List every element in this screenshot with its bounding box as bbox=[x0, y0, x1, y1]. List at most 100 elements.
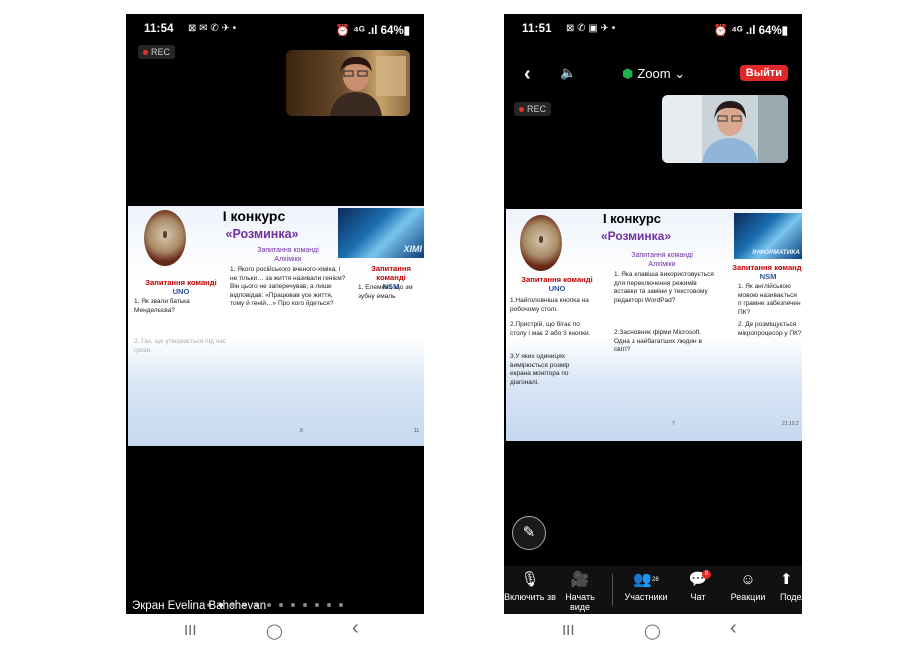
mid-question-1: 1. Якого російського вченого-хіміка, і н… bbox=[230, 266, 346, 308]
left-question-2: 2.Пристрій, що бігає по столу і має 2 аб… bbox=[510, 321, 591, 337]
slide-date: 21.10.2 bbox=[782, 421, 799, 427]
video-button[interactable]: 🎥 Начать виде bbox=[554, 570, 606, 612]
right-question-1: 1. Елемент, що зм зубну емаль bbox=[358, 284, 413, 300]
informatics-picture: ІНФОРМАТИКА bbox=[734, 213, 802, 259]
mid-head-text: Запитання команді bbox=[631, 252, 693, 259]
android-nav-bar-left: III ◯ ‹ bbox=[126, 617, 424, 644]
participant-video-thumbnail[interactable] bbox=[286, 50, 410, 116]
recent-apps-button[interactable]: III bbox=[562, 622, 575, 639]
chat-icon: 💬 bbox=[688, 571, 708, 588]
reactions-label: Реакции bbox=[730, 592, 766, 602]
chat-label: Чат bbox=[690, 592, 706, 602]
mid-heading: Запитання команді Алхіміки bbox=[612, 251, 712, 269]
right-team: NSM bbox=[759, 272, 777, 281]
shared-slide: ІНФОРМАТИКА I конкурс «Розминка» Запитан… bbox=[506, 209, 802, 441]
right-head-text: Запитання команді bbox=[732, 263, 802, 272]
video-label: Начать виде bbox=[565, 592, 595, 612]
participant-video-thumbnail[interactable] bbox=[662, 95, 788, 163]
back-button[interactable]: ‹ bbox=[352, 617, 359, 640]
status-time: 11:54 bbox=[144, 23, 174, 35]
chat-badge: 8 bbox=[702, 570, 711, 579]
participants-button[interactable]: 👥28 Участники bbox=[620, 570, 672, 602]
picture-caption: ІНФОРМАТИКА bbox=[752, 249, 800, 256]
rec-label: REC bbox=[151, 47, 171, 57]
mid-team: Алхіміки bbox=[274, 256, 302, 263]
page-dot[interactable] bbox=[327, 603, 331, 607]
left-question-1: 1. Як звали батька Менделєєва? bbox=[134, 298, 190, 314]
notification-icons: ⊠ ✉ ✆ ✈ • bbox=[188, 23, 237, 34]
rec-indicator: REC bbox=[514, 102, 552, 116]
status-bar: 11:51 ⊠ ✆ ▣ ✈ • ⏰ ⁴ᴳ .ıl 64%▮ bbox=[504, 14, 802, 44]
leave-button[interactable]: Выйти bbox=[739, 65, 788, 81]
rec-dot-icon bbox=[143, 50, 148, 56]
rec-indicator: REC bbox=[138, 45, 176, 59]
left-question-1: 1.Найголовніша кнопка на робочому столі. bbox=[510, 297, 589, 313]
left-question-3: 3.У яких одиницях вимірюється розмір екр… bbox=[510, 353, 570, 386]
status-bar: 11:54 ⊠ ✉ ✆ ✈ • ⏰ ⁴ᴳ .ıl 64%▮ bbox=[126, 14, 424, 44]
mic-button[interactable]: 🎙 Включить зв bbox=[504, 570, 556, 602]
right-phone-screen: 11:51 ⊠ ✆ ▣ ✈ • ⏰ ⁴ᴳ .ıl 64%▮ ‹ 🔈 ⬢ Zoom … bbox=[504, 14, 802, 614]
share-label: Подел bbox=[780, 592, 802, 602]
left-question-2: 2. Газ, що утворюється під час грози. bbox=[134, 338, 226, 354]
page-dot[interactable] bbox=[279, 603, 283, 607]
left-team: UNO bbox=[548, 284, 566, 293]
home-button[interactable]: ◯ bbox=[644, 622, 661, 640]
participants-count: 28 bbox=[652, 577, 659, 583]
mid-head-text: Запитання команді bbox=[257, 247, 319, 254]
slide-page-number: 7 bbox=[672, 421, 675, 427]
video-off-icon: 🎥 bbox=[570, 571, 590, 588]
status-right-icons: ⏰ ⁴ᴳ .ıl 64%▮ bbox=[335, 25, 410, 37]
status-time: 11:51 bbox=[522, 23, 552, 35]
page-dot[interactable] bbox=[303, 603, 307, 607]
slide-page-number: 8 bbox=[300, 428, 303, 434]
back-arrow-icon[interactable]: ‹ bbox=[524, 63, 531, 86]
right-question-1: 1. Як англійською мовою називається п гр… bbox=[738, 283, 801, 316]
participants-icon: 👥28 bbox=[633, 571, 659, 588]
participant-video bbox=[662, 95, 788, 163]
android-nav-bar-right: III ◯ ‹ bbox=[504, 617, 802, 644]
notification-icons: ⊠ ✆ ▣ ✈ • bbox=[566, 23, 616, 34]
picture-caption: ХІМІ bbox=[403, 244, 422, 254]
pencil-icon: ✎ bbox=[522, 524, 536, 541]
mid-team: Алхіміки bbox=[648, 261, 676, 268]
meeting-toolbar: 🎙 Включить зв 🎥 Начать виде 👥28 Участник… bbox=[504, 566, 802, 614]
left-phone-screen: 11:54 ⊠ ✉ ✆ ✈ • ⏰ ⁴ᴳ .ıl 64%▮ REC ХІМІ I… bbox=[126, 14, 424, 614]
zoom-app-label: Zoom bbox=[637, 66, 671, 81]
meeting-top-bar: ‹ 🔈 ⬢ Zoom ⌄ Выйти bbox=[504, 60, 802, 88]
mid-heading: Запитання команді Алхіміки bbox=[238, 246, 338, 264]
status-right-icons: ⏰ ⁴ᴳ .ıl 64%▮ bbox=[713, 25, 788, 37]
left-team: UNO bbox=[172, 287, 190, 296]
left-head-text: Запитання команді bbox=[521, 275, 593, 284]
mic-label: Включить зв bbox=[504, 592, 556, 602]
back-button[interactable]: ‹ bbox=[730, 617, 737, 640]
mid-question-1: 1. Яка клавіша використовується для пере… bbox=[614, 271, 714, 304]
slide-page-number-right: 11 bbox=[414, 428, 420, 434]
left-heading: Запитання команді UNO bbox=[134, 278, 228, 296]
speaker-icon[interactable]: 🔈 bbox=[560, 65, 576, 81]
owl-picture bbox=[520, 215, 562, 271]
page-dot[interactable] bbox=[339, 603, 343, 607]
zoom-title[interactable]: ⬢ Zoom ⌄ bbox=[622, 66, 685, 82]
rec-dot-icon bbox=[519, 107, 524, 113]
shared-slide: ХІМІ I конкурс «Розминка» Запитання кома… bbox=[128, 206, 424, 446]
page-dot[interactable] bbox=[315, 603, 319, 607]
shield-icon: ⬢ bbox=[622, 66, 634, 81]
rec-label: REC bbox=[527, 104, 547, 114]
left-heading: Запитання команді UNO bbox=[512, 275, 602, 293]
page-dot[interactable] bbox=[267, 603, 271, 607]
chemistry-picture: ХІМІ bbox=[338, 208, 424, 258]
participant-video bbox=[286, 50, 410, 116]
recent-apps-button[interactable]: III bbox=[184, 622, 197, 639]
share-button[interactable]: ⬆ Подел bbox=[766, 570, 802, 602]
home-button[interactable]: ◯ bbox=[266, 622, 283, 640]
slide-title: I конкурс bbox=[602, 211, 662, 226]
slide-title: I конкурс bbox=[222, 208, 286, 224]
right-question-2: 2. Де розміщується мікропроцесор у ПК? bbox=[738, 321, 802, 337]
chat-button[interactable]: 💬 8 Чат bbox=[672, 570, 724, 602]
slide-subtitle: «Розминка» bbox=[225, 227, 299, 241]
toolbar-divider bbox=[612, 574, 613, 606]
annotate-pen-button[interactable]: ✎ bbox=[512, 516, 546, 550]
mic-muted-icon: 🎙 bbox=[520, 571, 540, 588]
page-dot[interactable] bbox=[291, 603, 295, 607]
mid-question-2: 2.Засновник фірми Microsoft. Одна з найб… bbox=[614, 329, 702, 354]
